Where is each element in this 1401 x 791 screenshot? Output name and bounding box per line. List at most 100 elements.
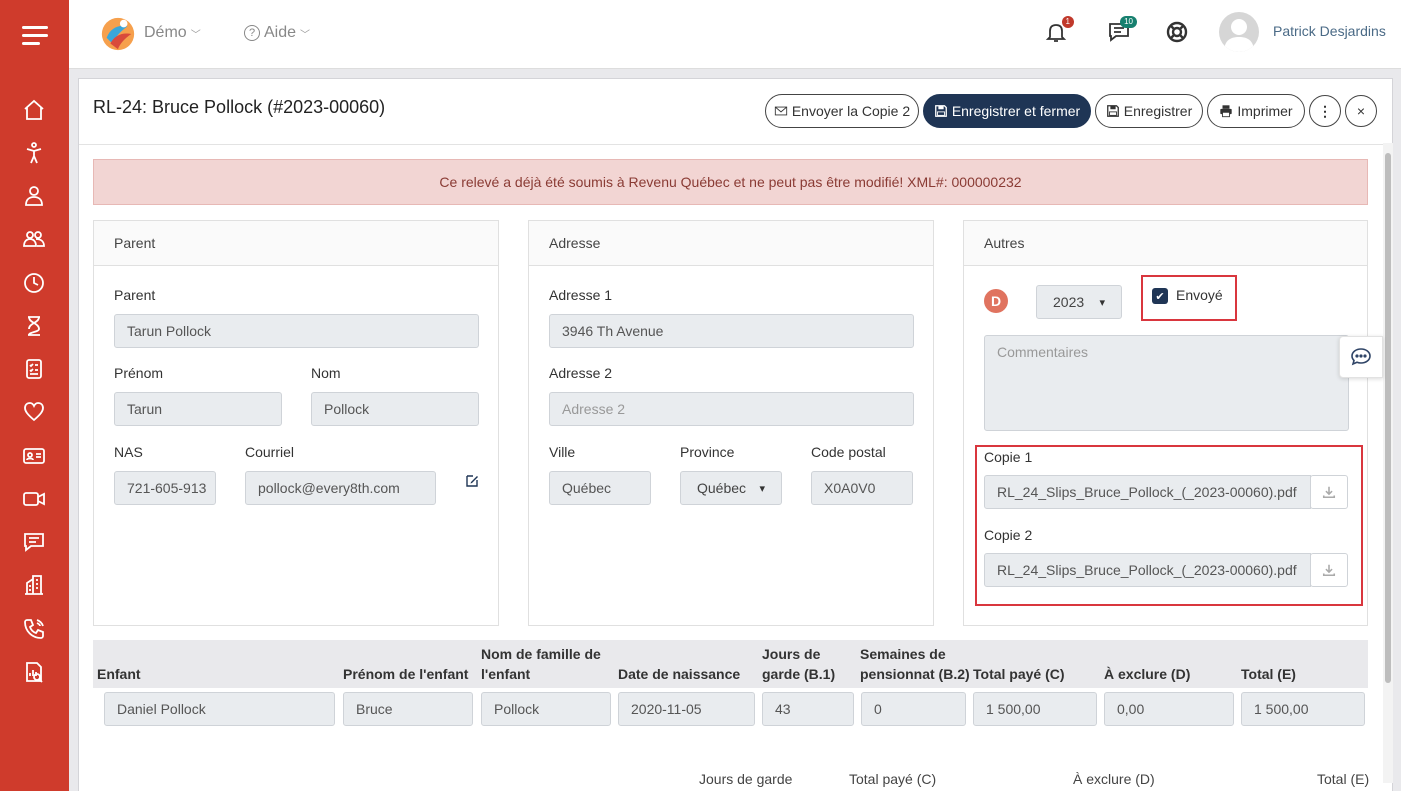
address2-field[interactable]: Adresse 2 [549,392,914,426]
postal-field[interactable]: X0A0V0 [811,471,913,505]
edit-icon[interactable] [464,473,480,489]
col-paid: Total payé (C) [973,666,1065,682]
copy1-download-button[interactable] [1310,475,1348,509]
home-icon[interactable] [21,97,47,123]
parent-field[interactable]: Tarun Pollock [114,314,479,348]
close-icon: × [1356,103,1366,119]
printer-icon [1220,105,1233,118]
comments-button[interactable] [1339,336,1383,378]
more-options-button[interactable]: ⋮ [1309,95,1341,127]
notifications-button[interactable]: 1 [1044,16,1074,48]
d-status-badge: D [984,289,1008,313]
cell-firstname[interactable]: Bruce [343,692,473,726]
envelope-icon [774,106,787,116]
chat-icon[interactable] [21,529,47,555]
cell-exclude[interactable]: 0,00 [1104,692,1234,726]
address-panel: Adresse Adresse 1 3946 Th Avenue Adresse… [528,220,934,626]
support-button[interactable] [1165,20,1193,48]
send-copy2-button[interactable]: Envoyer la Copie 2 [765,94,919,128]
heart-icon[interactable] [21,399,47,425]
col-exclude: À exclure (D) [1104,666,1191,682]
card-header: RL-24: Bruce Pollock (#2023-00060) Envoy… [79,79,1392,145]
save-icon [1106,105,1119,117]
address1-field[interactable]: 3946 Th Avenue [549,314,914,348]
menu-icon[interactable] [22,26,48,46]
checklist-icon[interactable] [21,356,47,382]
help-icon: ? [244,25,260,41]
firstname-label: Prénom [114,365,164,381]
phone-icon[interactable] [21,616,47,642]
notifications-badge: 1 [1061,16,1074,28]
avatar[interactable] [1219,12,1259,52]
close-button[interactable]: × [1345,95,1377,127]
summary-days-header: Jours de garde [699,771,793,787]
app-logo [101,17,135,51]
cell-lastname[interactable]: Pollock [481,692,611,726]
email-label: Courriel [245,444,295,460]
user-name[interactable]: Patrick Desjardins [1273,23,1386,39]
save-icon [934,105,947,117]
id-card-icon[interactable] [21,443,47,469]
scrollbar-thumb[interactable] [1385,153,1391,683]
other-panel-heading: Autres [964,221,1367,266]
firstname-field[interactable]: Tarun [114,392,282,426]
col-weeks: Semaines de pensionnat (B.2) [860,646,970,682]
year-select[interactable]: 2023 ▾ [1036,285,1122,319]
save-close-button[interactable]: Enregistrer et fermer [923,94,1091,128]
building-icon[interactable] [21,572,47,598]
child-icon[interactable] [21,140,47,166]
email-field[interactable]: pollock@every8th.com [245,471,436,505]
staff-icon[interactable] [21,183,47,209]
cell-paid[interactable]: 1 500,00 [973,692,1097,726]
nas-label: NAS [114,444,143,460]
cell-days[interactable]: 43 [762,692,854,726]
cell-child[interactable]: Daniel Pollock [104,692,335,726]
summary-exclude-header: À exclure (D) [1073,771,1155,787]
postal-label: Code postal [811,444,886,460]
help-menu[interactable]: ? Aide ﹀ [244,24,310,42]
speech-bubble-icon [1351,348,1371,366]
clock-icon[interactable] [21,270,47,296]
cell-dob[interactable]: 2020-11-05 [618,692,755,726]
copy2-file-field[interactable]: RL_24_Slips_Bruce_Pollock_(_2023-00060).… [984,553,1311,587]
messages-badge: 10 [1120,16,1137,28]
alert-text: Ce relevé a déjà été soumis à Revenu Qué… [439,174,1022,190]
summary-paid-header: Total payé (C) [849,771,937,787]
col-child: Enfant [97,666,141,682]
copy2-download-button[interactable] [1310,553,1348,587]
record-card: RL-24: Bruce Pollock (#2023-00060) Envoy… [78,78,1393,791]
save-close-label: Enregistrer et fermer [951,103,1081,119]
comments-field[interactable]: Commentaires [984,335,1349,431]
lastname-field[interactable]: Pollock [311,392,479,426]
group-icon[interactable] [21,226,47,252]
save-button[interactable]: Enregistrer [1095,94,1203,128]
video-icon[interactable] [21,486,47,512]
province-label: Province [680,444,735,460]
parent-panel: Parent Parent Tarun Pollock Prénom Tarun… [93,220,499,626]
province-select[interactable]: Québec ▾ [680,471,782,505]
col-days: Jours de garde (B.1) [762,646,836,682]
page-title: RL-24: Bruce Pollock (#2023-00060) [93,97,386,117]
help-menu-label: Aide [264,24,297,41]
city-field[interactable]: Québec [549,471,651,505]
hourglass-icon[interactable] [21,313,47,339]
messages-button[interactable]: 10 [1107,16,1137,48]
sidebar [0,0,69,791]
report-icon[interactable] [21,659,47,685]
chevron-down-icon: ﹀ [190,29,201,41]
cell-weeks[interactable]: 0 [861,692,966,726]
print-button[interactable]: Imprimer [1207,94,1305,128]
check-icon: ✔ [1155,290,1165,303]
download-icon [1322,564,1336,577]
cell-total[interactable]: 1 500,00 [1241,692,1365,726]
parent-label: Parent [114,287,156,303]
nas-field[interactable]: 721-605-913 [114,471,216,505]
chevron-down-icon: ﹀ [300,29,311,41]
copy1-file-field[interactable]: RL_24_Slips_Bruce_Pollock_(_2023-00060).… [984,475,1311,509]
address-panel-heading: Adresse [529,221,933,266]
chevron-down-icon: ▾ [1099,296,1105,309]
kebab-icon: ⋮ [1318,102,1332,119]
sent-checkbox[interactable]: ✔ [1152,288,1168,304]
org-menu[interactable]: Démo ﹀ [144,24,201,42]
scrollbar[interactable] [1383,143,1393,783]
